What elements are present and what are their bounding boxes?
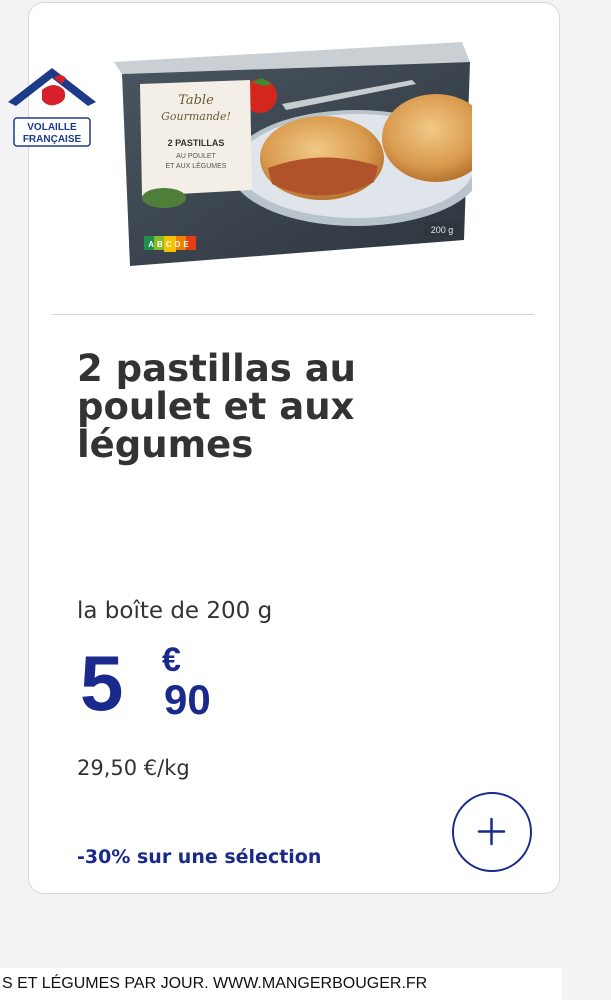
pack-product-line-1: 2 PASTILLAS <box>168 138 225 148</box>
add-to-cart-button[interactable] <box>452 792 532 872</box>
badge-line-2: FRANÇAISE <box>23 134 82 145</box>
brand-line-2: Gourmande! <box>161 110 231 123</box>
nutriscore-letters: ABCDE <box>148 240 191 249</box>
pack-product-line-3: ET AUX LÉGUMES <box>166 161 227 170</box>
divider <box>52 314 534 315</box>
product-title: 2 pastillas au poulet et aux légumes <box>77 347 357 466</box>
price-integer: 5 <box>80 639 124 727</box>
pack-weight: 200 g <box>431 225 454 235</box>
plus-icon <box>477 817 506 846</box>
pack-product-line-2: AU POULET <box>176 153 216 160</box>
footer-banner: S ET LÉGUMES PAR JOUR. WWW.MANGERBOUGER.… <box>0 968 562 1000</box>
promo-text: -30% sur une sélection <box>77 846 322 868</box>
volaille-francaise-badge: VOLAILLE FRANÇAISE <box>2 60 102 152</box>
brand-line-1: Table <box>178 93 214 108</box>
product-image: Table Gourmande! 2 PASTILLAS AU POULET E… <box>112 40 490 272</box>
price-per-kg: 29,50 €/kg <box>77 756 190 780</box>
nutriscore-icon: ABCDE <box>144 236 196 252</box>
badge-line-1: VOLAILLE <box>27 122 77 133</box>
price-decimal: 90 <box>164 676 211 723</box>
price-currency: € <box>162 641 181 679</box>
unit-size: la boîte de 200 g <box>77 598 273 624</box>
